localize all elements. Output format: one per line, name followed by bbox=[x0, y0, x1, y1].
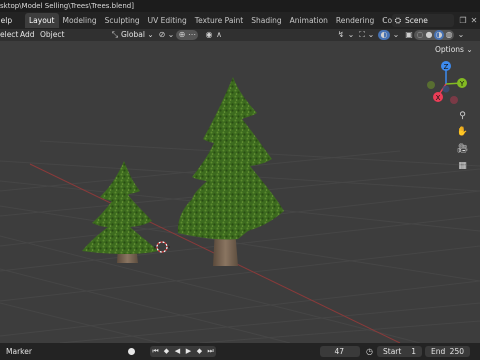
tab-uv-editing[interactable]: UV Editing bbox=[144, 13, 191, 28]
play-reverse-icon[interactable]: ◀ bbox=[172, 346, 183, 357]
chevron-down-icon: ⌄ bbox=[147, 30, 154, 39]
workspace-tabs: Layout Modeling Sculpting UV Editing Texture… bbox=[25, 13, 428, 29]
current-frame-field[interactable]: 47 bbox=[320, 346, 360, 357]
viewport-header: elect Add Object ⤡ Global ⌄ ⊘ ⌄ ⊕ ⋯ ◉ ∧ … bbox=[0, 29, 480, 41]
solid-shading-icon[interactable]: ● bbox=[424, 30, 434, 40]
gizmo-visibility-icon[interactable]: ↯ bbox=[336, 30, 346, 40]
tabs-overflow-arrow-icon[interactable]: › bbox=[382, 12, 385, 29]
scene-selector[interactable]: ⛭ Scene bbox=[392, 14, 454, 27]
transform-orientation-icon: ⤡ bbox=[111, 30, 119, 39]
xray-icon[interactable]: ▣ bbox=[404, 30, 414, 40]
chevron-down-icon: ⌄ bbox=[466, 45, 473, 54]
gizmo-neg-z-axis[interactable] bbox=[442, 85, 450, 93]
tab-animation[interactable]: Animation bbox=[286, 13, 332, 28]
gizmo-neg-y-axis[interactable] bbox=[427, 81, 435, 89]
remove-scene-icon[interactable]: ✕ bbox=[469, 15, 479, 26]
tab-sculpting[interactable]: Sculpting bbox=[101, 13, 144, 28]
jump-start-icon[interactable]: ⏮ bbox=[150, 346, 161, 357]
play-icon[interactable]: ▶ bbox=[183, 346, 194, 357]
end-label: End bbox=[431, 347, 446, 356]
tab-texture-paint[interactable]: Texture Paint bbox=[191, 13, 247, 28]
window-title-bar: sktop\Model Selling\Trees\Trees.blend] bbox=[0, 0, 480, 12]
scene-label: Scene bbox=[405, 16, 428, 25]
chevron-down-icon[interactable]: ⌄ bbox=[456, 30, 466, 40]
end-frame-field[interactable]: End 250 bbox=[425, 346, 470, 357]
pan-hand-icon[interactable]: ✋ bbox=[454, 124, 471, 141]
gizmo-y-label: Y bbox=[459, 80, 465, 88]
chevron-down-icon[interactable]: ⌄ bbox=[366, 30, 376, 40]
material-shading-icon[interactable]: ◑ bbox=[434, 30, 444, 40]
chevron-down-icon[interactable]: ⌄ bbox=[346, 30, 356, 40]
playback-controls: ⏮ ◆ ◀ ▶ ◆ ⏭ bbox=[150, 346, 216, 357]
falloff-icon[interactable]: ∧ bbox=[214, 30, 224, 40]
transform-orientation-dropdown[interactable]: Global ⌄ bbox=[121, 29, 154, 41]
clock-icon[interactable]: ◷ bbox=[364, 346, 375, 357]
top-bar: Help LayoutModelingSculptingUV EditingTe… bbox=[0, 12, 480, 29]
jump-end-icon[interactable]: ⏭ bbox=[205, 346, 216, 357]
object-menu[interactable]: Object bbox=[40, 29, 64, 41]
help-menu[interactable]: Help bbox=[0, 12, 12, 29]
tab-shading[interactable]: Shading bbox=[247, 13, 285, 28]
proportional-editing-icon[interactable]: ◉ bbox=[204, 30, 214, 40]
navigation-gizmo[interactable]: Z Y X bbox=[427, 61, 467, 104]
record-keyframe-icon[interactable] bbox=[128, 348, 135, 355]
gizmo-x-label: X bbox=[436, 94, 441, 102]
start-label: Start bbox=[383, 347, 402, 356]
scene-icon: ⛭ bbox=[394, 15, 402, 25]
start-frame-field[interactable]: Start 1 bbox=[377, 346, 422, 357]
chevron-down-icon[interactable]: ⌄ bbox=[391, 30, 401, 40]
timeline-bar: Marker ⏮ ◆ ◀ ▶ ◆ ⏭ 47 ◷ Start 1 End 250 bbox=[0, 343, 480, 360]
snap-target-icon: ⋯ bbox=[188, 30, 196, 39]
prev-keyframe-icon[interactable]: ◆ bbox=[161, 346, 172, 357]
tab-modeling[interactable]: Modeling bbox=[59, 13, 101, 28]
next-keyframe-icon[interactable]: ◆ bbox=[194, 346, 205, 357]
tab-rendering[interactable]: Rendering bbox=[332, 13, 378, 28]
viewport-scene[interactable]: Z Y X bbox=[0, 41, 480, 343]
chevron-down-icon[interactable]: ⌄ bbox=[166, 30, 176, 40]
end-value: 250 bbox=[449, 347, 464, 356]
gizmo-neg-x-axis[interactable] bbox=[450, 96, 458, 104]
tab-layout[interactable]: Layout bbox=[25, 13, 59, 28]
select-menu[interactable]: elect bbox=[0, 29, 18, 41]
snap-icon: ⊕ bbox=[178, 30, 186, 39]
marker-menu[interactable]: Marker bbox=[6, 343, 32, 360]
window-title: sktop\Model Selling\Trees\Trees.blend] bbox=[0, 2, 134, 10]
camera-view-icon[interactable]: 🎥︎ bbox=[454, 141, 471, 158]
3d-viewport[interactable]: Z Y X Options ⌄ ⚲ ✋ 🎥︎ ▦ bbox=[0, 41, 480, 343]
overlays-icon: ◐ bbox=[380, 30, 388, 39]
current-frame-value: 47 bbox=[334, 347, 344, 356]
gizmo-z-label: Z bbox=[444, 63, 449, 71]
options-dropdown[interactable]: Options ⌄ bbox=[435, 44, 473, 55]
copy-scene-icon[interactable]: ❐ bbox=[458, 15, 468, 26]
rendered-shading-icon[interactable]: ◍ bbox=[444, 30, 454, 40]
zoom-icon[interactable]: ⚲ bbox=[454, 108, 471, 125]
transform-orientation-label: Global bbox=[121, 30, 145, 39]
options-label: Options bbox=[435, 45, 464, 54]
start-value: 1 bbox=[411, 347, 416, 356]
add-menu[interactable]: Add bbox=[20, 29, 35, 41]
perspective-grid-icon[interactable]: ▦ bbox=[454, 158, 471, 175]
